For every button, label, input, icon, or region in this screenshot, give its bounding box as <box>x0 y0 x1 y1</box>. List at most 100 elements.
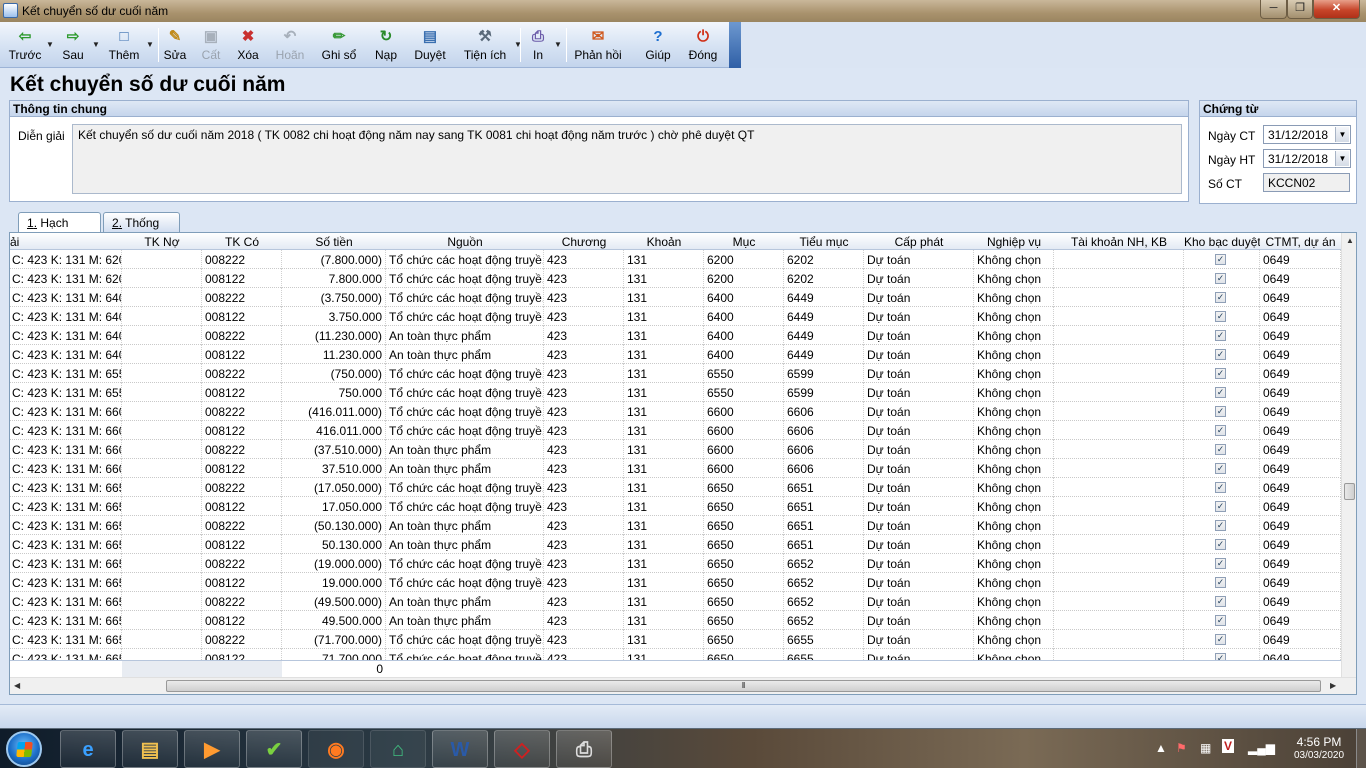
table-cell[interactable]: 0649 <box>1260 535 1341 554</box>
table-cell[interactable]: 131 <box>624 250 704 269</box>
table-row[interactable]: C: 423 K: 131 M: 640... 00812211.230.000A… <box>10 345 1341 364</box>
column-header[interactable]: CTMT, dự án <box>1260 235 1341 249</box>
table-cell[interactable]: 131 <box>624 592 704 611</box>
approved-checkbox[interactable]: ✓ <box>1215 254 1226 265</box>
table-cell[interactable]: 6651 <box>784 478 864 497</box>
table-cell[interactable]: C: 423 K: 131 M: 640... <box>10 288 122 307</box>
table-cell[interactable]: 008122 <box>202 421 282 440</box>
table-cell[interactable]: 0649 <box>1260 364 1341 383</box>
table-cell[interactable] <box>122 326 202 345</box>
toolbar-button-0[interactable]: ⇦ Trước <box>6 24 44 66</box>
table-cell[interactable]: An toàn thực phẩm <box>386 535 544 554</box>
table-cell[interactable] <box>122 288 202 307</box>
table-cell[interactable]: 131 <box>624 345 704 364</box>
input-method-icon[interactable]: V <box>1222 739 1235 753</box>
table-cell[interactable]: Dự toán <box>864 516 974 535</box>
table-cell[interactable] <box>1054 421 1184 440</box>
table-cell[interactable]: An toàn thực phẩm <box>386 592 544 611</box>
table-cell[interactable]: Dự toán <box>864 345 974 364</box>
table-cell[interactable] <box>122 592 202 611</box>
table-cell[interactable]: Không chọn <box>974 383 1054 402</box>
table-cell[interactable]: 423 <box>544 478 624 497</box>
horizontal-scroll-thumb[interactable]: ‖ <box>166 680 1321 692</box>
table-cell[interactable]: Dự toán <box>864 573 974 592</box>
approved-checkbox[interactable]: ✓ <box>1215 406 1226 417</box>
table-cell[interactable]: Tổ chức các hoạt động truyề... <box>386 573 544 592</box>
chevron-down-icon[interactable]: ▼ <box>1335 127 1349 142</box>
approved-checkbox[interactable]: ✓ <box>1215 368 1226 379</box>
approval-cell[interactable]: ✓ <box>1184 307 1260 326</box>
table-cell[interactable]: 423 <box>544 383 624 402</box>
table-row[interactable]: C: 423 K: 131 M: 620... 008222(7.800.000)… <box>10 250 1341 269</box>
toolbar-button-9[interactable]: ▤ Duyệt <box>410 24 450 66</box>
table-cell[interactable]: Dự toán <box>864 497 974 516</box>
table-cell[interactable]: 131 <box>624 402 704 421</box>
table-cell[interactable]: 008222 <box>202 402 282 421</box>
table-row[interactable]: C: 423 K: 131 M: 665... 00812217.050.000T… <box>10 497 1341 516</box>
table-row[interactable]: C: 423 K: 131 M: 660... 008222(37.510.000… <box>10 440 1341 459</box>
table-cell[interactable]: Không chọn <box>974 478 1054 497</box>
toolbar-button-7[interactable]: ✏ Ghi sổ <box>318 24 360 66</box>
table-cell[interactable]: C: 423 K: 131 M: 665... <box>10 497 122 516</box>
approval-cell[interactable]: ✓ <box>1184 421 1260 440</box>
table-cell[interactable]: 6650 <box>704 649 784 660</box>
table-cell[interactable] <box>1054 478 1184 497</box>
horizontal-scrollbar[interactable]: ◀ ‖ ▶ <box>10 677 1356 694</box>
table-cell[interactable]: 6550 <box>704 364 784 383</box>
table-row[interactable]: C: 423 K: 131 M: 665... 00812271.700.000T… <box>10 649 1341 660</box>
table-cell[interactable]: 008222 <box>202 288 282 307</box>
table-cell[interactable]: (416.011.000) <box>282 402 386 421</box>
table-cell[interactable]: 6650 <box>704 611 784 630</box>
toolbar-button-8[interactable]: ↻ Nạp <box>370 24 402 66</box>
column-header[interactable]: ải <box>10 235 122 249</box>
table-cell[interactable]: Dự toán <box>864 269 974 288</box>
table-cell[interactable]: (50.130.000) <box>282 516 386 535</box>
table-cell[interactable]: C: 423 K: 131 M: 655... <box>10 383 122 402</box>
table-cell[interactable] <box>122 383 202 402</box>
tray-expand-icon[interactable]: ▲ <box>1155 741 1167 755</box>
table-cell[interactable]: 131 <box>624 288 704 307</box>
taskbar-app[interactable]: ✔ <box>246 730 302 768</box>
table-cell[interactable]: An toàn thực phẩm <box>386 516 544 535</box>
table-cell[interactable]: 423 <box>544 288 624 307</box>
table-cell[interactable] <box>122 269 202 288</box>
table-row[interactable]: C: 423 K: 131 M: 665... 008222(50.130.000… <box>10 516 1341 535</box>
table-cell[interactable]: 423 <box>544 421 624 440</box>
table-cell[interactable]: 6652 <box>784 592 864 611</box>
table-cell[interactable]: Không chọn <box>974 307 1054 326</box>
table-cell[interactable]: Tổ chức các hoạt động truyề... <box>386 383 544 402</box>
table-cell[interactable]: 423 <box>544 630 624 649</box>
table-cell[interactable]: 423 <box>544 592 624 611</box>
table-cell[interactable]: 6651 <box>784 535 864 554</box>
table-cell[interactable]: 19.000.000 <box>282 573 386 592</box>
table-cell[interactable]: 6202 <box>784 269 864 288</box>
table-cell[interactable] <box>1054 592 1184 611</box>
table-cell[interactable]: C: 423 K: 131 M: 665... <box>10 516 122 535</box>
table-cell[interactable] <box>1054 497 1184 516</box>
table-cell[interactable] <box>1054 516 1184 535</box>
table-cell[interactable]: C: 423 K: 131 M: 640... <box>10 326 122 345</box>
approval-cell[interactable]: ✓ <box>1184 250 1260 269</box>
table-cell[interactable]: 008222 <box>202 630 282 649</box>
approved-checkbox[interactable]: ✓ <box>1215 539 1226 550</box>
toolbar-button-6[interactable]: ↶ Hoãn <box>272 24 308 66</box>
grid-body[interactable]: C: 423 K: 131 M: 620...008222(7.800.000)… <box>10 250 1341 660</box>
table-row[interactable]: C: 423 K: 131 M: 660... 008222(416.011.00… <box>10 402 1341 421</box>
table-cell[interactable]: Tổ chức các hoạt động truyề... <box>386 307 544 326</box>
approval-cell[interactable]: ✓ <box>1184 649 1260 660</box>
table-cell[interactable]: 6600 <box>704 402 784 421</box>
table-cell[interactable]: C: 423 K: 131 M: 660... <box>10 459 122 478</box>
table-cell[interactable]: (49.500.000) <box>282 592 386 611</box>
table-cell[interactable]: 0649 <box>1260 402 1341 421</box>
table-cell[interactable]: 008222 <box>202 440 282 459</box>
vertical-scroll-thumb[interactable] <box>1344 483 1355 500</box>
table-cell[interactable]: 0649 <box>1260 611 1341 630</box>
table-cell[interactable]: Không chọn <box>974 611 1054 630</box>
table-cell[interactable]: 008222 <box>202 478 282 497</box>
table-cell[interactable]: An toàn thực phẩm <box>386 345 544 364</box>
table-cell[interactable]: 423 <box>544 402 624 421</box>
table-cell[interactable]: 6652 <box>784 573 864 592</box>
table-cell[interactable]: An toàn thực phẩm <box>386 611 544 630</box>
table-cell[interactable]: 423 <box>544 250 624 269</box>
table-cell[interactable]: 131 <box>624 269 704 288</box>
